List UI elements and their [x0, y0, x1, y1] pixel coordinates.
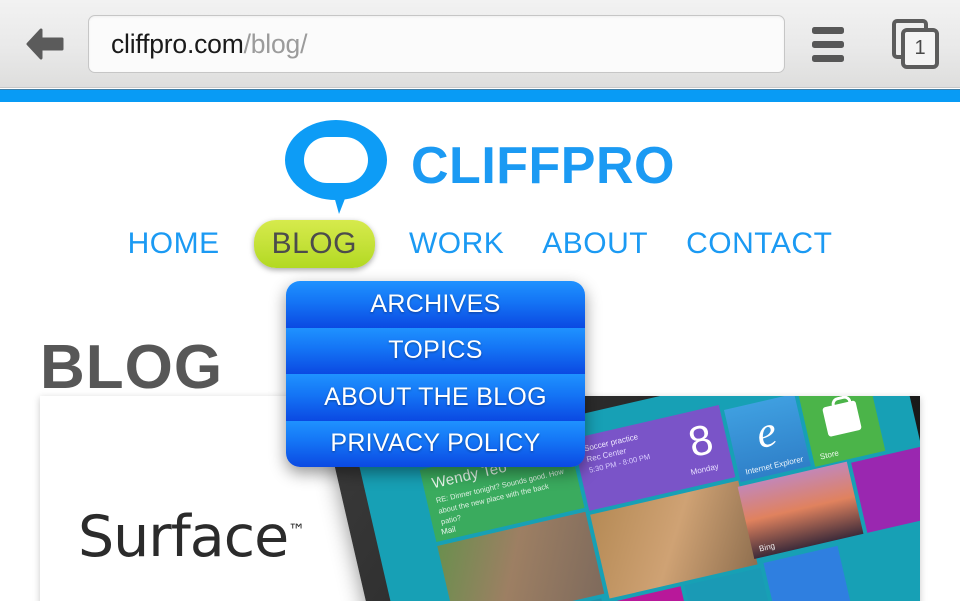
nav-item-about[interactable]: ABOUT	[538, 225, 652, 263]
shopping-bag-icon	[822, 400, 862, 438]
logo-text: CLIFFPRO	[411, 137, 675, 195]
nav-item-work[interactable]: WORK	[405, 225, 508, 263]
dropdown-item-about-the-blog[interactable]: ABOUT THE BLOG	[286, 374, 585, 421]
screen-root: cliffpro.com/blog/ 1 CLIFFPRO HOME BLOG …	[0, 0, 960, 601]
dropdown-item-privacy-policy[interactable]: PRIVACY POLICY	[286, 420, 585, 467]
tile-internet-explorer: e Internet Explorer	[724, 396, 811, 483]
url-path: /blog/	[243, 28, 308, 59]
url-bar[interactable]: cliffpro.com/blog/	[88, 15, 785, 73]
main-navigation: HOME BLOG WORK ABOUT CONTACT	[0, 220, 960, 268]
tab-count-badge: 1	[901, 28, 939, 69]
tile-bing-label: Bing	[758, 541, 776, 554]
url-host: cliffpro.com	[111, 28, 244, 59]
hamburger-menu-icon-line3	[812, 54, 844, 62]
nav-item-contact[interactable]: CONTACT	[682, 225, 836, 263]
tile-store-label: Store	[819, 448, 840, 462]
tile-mail-label: Mail	[440, 524, 457, 537]
hamburger-menu-button[interactable]	[800, 20, 856, 68]
tile-store: Store	[798, 396, 886, 467]
nav-item-blog[interactable]: BLOG	[253, 220, 375, 268]
tile-blue	[763, 545, 855, 601]
hamburger-menu-icon-line2	[812, 40, 844, 48]
back-button[interactable]	[14, 14, 76, 74]
dropdown-item-archives[interactable]: ARCHIVES	[286, 281, 585, 328]
tile-purple	[851, 446, 920, 533]
hamburger-menu-icon	[812, 26, 844, 34]
tile-calendar-day-number: 8	[683, 414, 718, 467]
surface-wordmark: Surface™	[78, 504, 305, 570]
blog-dropdown-menu: ARCHIVES TOPICS ABOUT THE BLOG PRIVACY P…	[286, 281, 585, 467]
dropdown-item-topics[interactable]: TOPICS	[286, 327, 585, 374]
page-content: CLIFFPRO HOME BLOG WORK ABOUT CONTACT BL…	[0, 102, 960, 601]
surface-wordmark-text: Surface	[78, 504, 289, 570]
page-title: BLOG	[40, 332, 224, 402]
site-logo[interactable]: CLIFFPRO	[0, 120, 960, 214]
browser-toolbar: cliffpro.com/blog/ 1	[0, 0, 960, 88]
url-text: cliffpro.com/blog/	[89, 29, 307, 60]
trademark-symbol: ™	[288, 521, 306, 541]
tabs-button[interactable]: 1	[884, 16, 946, 72]
speech-bubble-icon	[285, 120, 391, 214]
back-arrow-icon	[25, 27, 65, 61]
accent-bar	[0, 89, 960, 103]
nav-item-home[interactable]: HOME	[124, 225, 224, 263]
internet-explorer-icon: e	[751, 406, 782, 459]
